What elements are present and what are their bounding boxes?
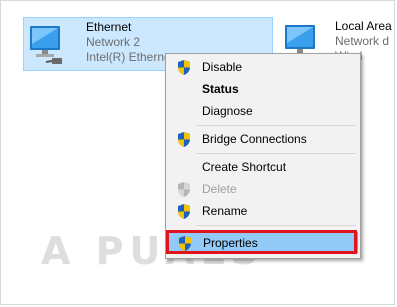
menu-item-disable[interactable]: Disable (168, 57, 358, 78)
menu-item-label: Status (202, 82, 239, 96)
menu-item-label: Bridge Connections (202, 132, 307, 146)
menu-separator (196, 153, 356, 154)
highlight-annotation (166, 230, 357, 254)
menu-item-delete: Delete (168, 179, 358, 200)
menu-separator (196, 125, 356, 126)
network-connections-window: Ethernet Network 2 Intel(R) Ethernet Loc… (0, 0, 395, 305)
menu-item-label: Create Shortcut (202, 160, 287, 174)
uac-shield-icon (178, 60, 190, 75)
menu-item-label: Disable (202, 60, 243, 74)
uac-shield-icon (178, 204, 190, 219)
adapter-network: Network 2 (86, 35, 141, 49)
menu-item-create-shortcut[interactable]: Create Shortcut (168, 157, 358, 178)
uac-shield-icon (178, 132, 190, 147)
adapter-device: Intel(R) Ethernet (86, 50, 175, 64)
menu-item-status[interactable]: Status (168, 79, 358, 100)
menu-item-diagnose[interactable]: Diagnose (168, 101, 358, 122)
context-menu: Disable Status Diagnose Bridge Connectio… (165, 53, 361, 259)
menu-item-label: Delete (202, 182, 237, 196)
network-adapter-icon (30, 26, 62, 64)
adapter-network: Network d (335, 34, 390, 48)
adapter-name: Local Area (335, 19, 392, 33)
menu-separator (196, 225, 356, 226)
menu-item-label: Diagnose (202, 104, 253, 118)
adapter-name: Ethernet (86, 20, 132, 34)
menu-item-rename[interactable]: Rename (168, 201, 358, 222)
uac-shield-icon (178, 182, 190, 197)
menu-item-label: Rename (202, 204, 248, 218)
menu-item-bridge-connections[interactable]: Bridge Connections (168, 129, 358, 150)
